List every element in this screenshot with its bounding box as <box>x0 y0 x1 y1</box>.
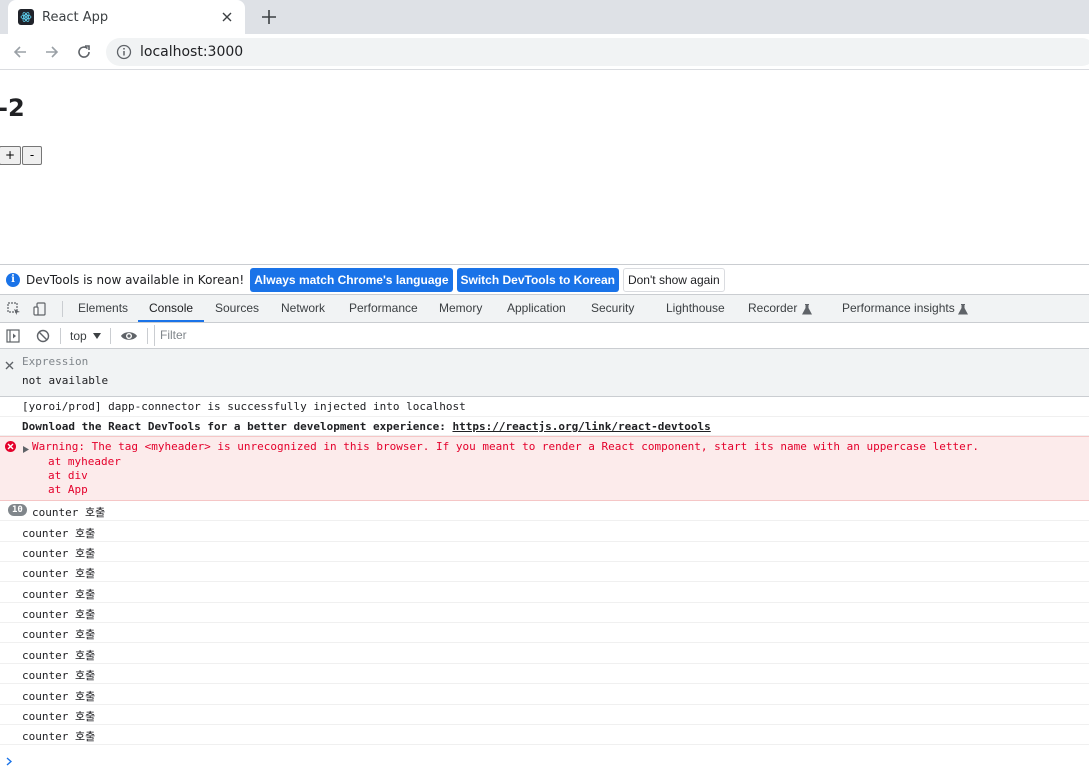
language-infobar: i DevTools is now available in Korean! A… <box>0 265 1089 295</box>
device-toolbar-icon[interactable] <box>32 301 48 317</box>
sidebar-toggle-icon[interactable] <box>6 323 20 348</box>
message-text: counter 호출 <box>22 608 96 621</box>
console-message: counter 호출 <box>0 725 1089 745</box>
address-bar[interactable]: localhost:3000 <box>106 38 1089 66</box>
context-selector[interactable]: top <box>70 323 101 348</box>
console-filter-input[interactable]: Filter <box>154 325 1089 346</box>
dropdown-arrow-icon <box>92 332 101 339</box>
error-icon <box>5 441 16 455</box>
url-text: localhost:3000 <box>140 44 244 60</box>
message-text: counter 호출 <box>32 506 106 519</box>
message-text: counter 호출 <box>22 527 96 540</box>
message-text: counter 호출 <box>22 547 96 560</box>
console-message: 10 counter 호출 <box>0 501 1089 521</box>
switch-korean-button[interactable]: Switch DevTools to Korean <box>456 267 619 292</box>
stack-frame: at App <box>48 483 88 496</box>
console-message: counter 호출 <box>0 562 1089 582</box>
message-text: counter 호출 <box>22 669 96 682</box>
message-text: counter 호출 <box>22 588 96 601</box>
divider <box>62 301 63 317</box>
console-message: counter 호출 <box>0 684 1089 705</box>
devtools-tab-bar: Elements Console Sources Network Perform… <box>0 295 1089 323</box>
dont-show-again-button[interactable]: Don't show again <box>622 267 725 292</box>
infobar-message: DevTools is now available in Korean! <box>26 272 245 287</box>
experimental-flask-icon <box>799 301 815 317</box>
tab-application[interactable]: Application <box>507 295 566 322</box>
tab-title: React App <box>42 9 109 25</box>
tab-performance[interactable]: Performance <box>349 295 418 322</box>
inspect-element-icon[interactable] <box>6 301 22 317</box>
console-message: Download the React DevTools for a better… <box>0 417 1089 436</box>
prompt-chevron-icon <box>6 751 13 770</box>
divider <box>110 328 111 344</box>
console-message: [yoroi/prod] dapp-connector is successfu… <box>0 397 1089 417</box>
message-prefix: Download the React DevTools for a better… <box>22 420 453 433</box>
console-message: counter 호출 <box>0 643 1089 664</box>
tab-recorder[interactable]: Recorder <box>748 295 797 322</box>
tab-memory[interactable]: Memory <box>439 295 482 322</box>
browser-toolbar: localhost:3000 <box>0 34 1089 70</box>
reload-icon[interactable] <box>74 42 94 62</box>
match-language-button[interactable]: Always match Chrome's language <box>250 267 453 292</box>
console-prompt[interactable] <box>0 745 1089 783</box>
console-message: counter 호출 <box>0 623 1089 643</box>
tab-performance-insights[interactable]: Performance insights <box>842 295 955 322</box>
expand-triangle-icon[interactable] <box>23 443 29 456</box>
close-icon[interactable] <box>219 9 235 25</box>
divider <box>147 328 148 344</box>
back-arrow-icon[interactable] <box>10 42 30 62</box>
tab-strip: React App <box>0 0 1089 34</box>
decrement-button[interactable]: - <box>22 146 42 165</box>
context-label: top <box>70 328 87 343</box>
info-icon: i <box>6 272 20 287</box>
counter-value: -2 <box>0 94 25 122</box>
console-message: counter 호출 <box>0 542 1089 562</box>
message-text: Download the React DevTools for a better… <box>22 420 711 433</box>
message-text: counter 호출 <box>22 567 96 580</box>
message-text: counter 호출 <box>22 690 96 703</box>
tab-network[interactable]: Network <box>281 295 325 322</box>
live-expression: Expression not available <box>0 349 1089 397</box>
warning-text: Warning: The tag <myheader> is unrecogni… <box>32 440 980 453</box>
console-message: counter 호출 <box>0 603 1089 623</box>
expression-value: not available <box>22 374 109 387</box>
message-text: counter 호출 <box>22 730 96 743</box>
close-icon[interactable] <box>5 355 14 374</box>
page-viewport: -2 + - <box>0 71 1089 264</box>
tab-lighthouse[interactable]: Lighthouse <box>666 295 725 322</box>
console-error-message: Warning: The tag <myheader> is unrecogni… <box>0 436 1089 501</box>
tab-elements[interactable]: Elements <box>78 295 128 322</box>
devtools-panel: i DevTools is now available in Korean! A… <box>0 264 1089 782</box>
console-message: counter 호출 <box>0 664 1089 684</box>
eye-icon[interactable] <box>120 323 138 348</box>
expression-label: Expression <box>22 355 89 368</box>
divider <box>60 328 61 344</box>
new-tab-icon[interactable] <box>258 6 280 28</box>
experimental-flask-icon <box>955 301 971 317</box>
tab-security[interactable]: Security <box>591 295 634 322</box>
message-text: counter 호출 <box>22 710 96 723</box>
tab-console[interactable]: Console <box>138 295 205 322</box>
react-devtools-link[interactable]: https://reactjs.org/link/react-devtools <box>452 420 710 433</box>
forward-arrow-icon[interactable] <box>42 42 62 62</box>
console-message: counter 호출 <box>0 582 1089 603</box>
message-text: counter 호출 <box>22 628 96 641</box>
message-text: counter 호출 <box>22 649 96 662</box>
console-toolbar: top Filter <box>0 323 1089 349</box>
console-message: counter 호출 <box>0 705 1089 725</box>
message-text: [yoroi/prod] dapp-connector is successfu… <box>22 400 466 413</box>
stack-frame: at div <box>48 469 88 482</box>
stack-frame: at myheader <box>48 455 121 468</box>
console-message: counter 호출 <box>0 521 1089 542</box>
tab-sources[interactable]: Sources <box>215 295 259 322</box>
react-logo-icon <box>18 9 34 25</box>
repeat-count-badge: 10 <box>8 504 27 516</box>
browser-tab[interactable]: React App <box>8 0 245 34</box>
clear-console-icon[interactable] <box>36 323 50 348</box>
increment-button[interactable]: + <box>0 146 21 165</box>
site-info-icon[interactable] <box>116 44 132 60</box>
